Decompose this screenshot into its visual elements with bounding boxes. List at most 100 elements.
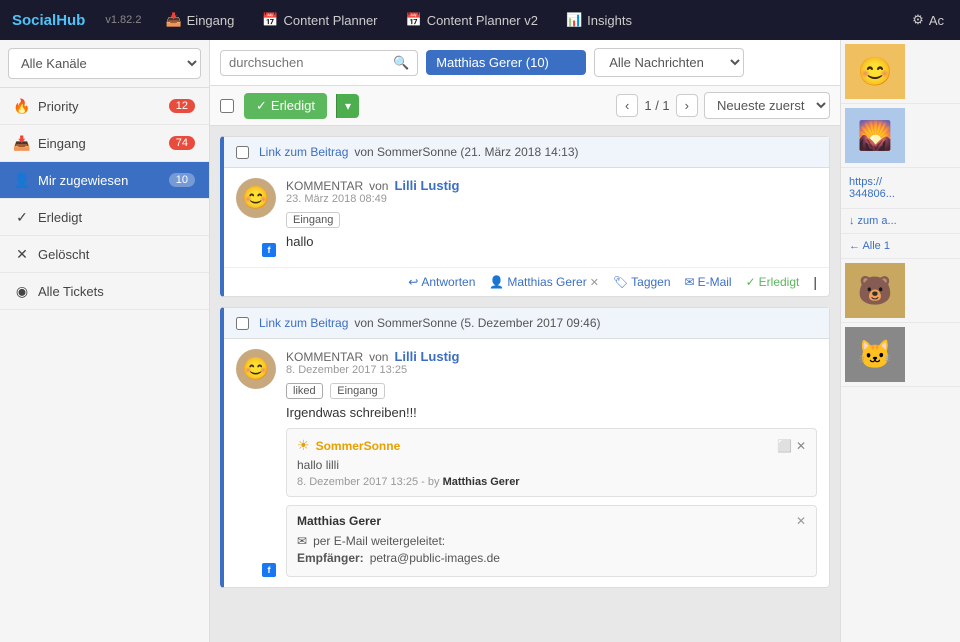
check-done-icon: ✓ <box>256 98 267 114</box>
tickets-icon: ◉ <box>14 283 30 299</box>
msg-avatar-wrap-1: 😊 f <box>236 178 276 257</box>
quoted-author-2: SommerSonne <box>316 439 401 453</box>
rp-item-1[interactable]: 😊 <box>841 40 960 104</box>
tag-action-1[interactable]: 🏷 Taggen <box>613 275 671 289</box>
msg-actions-1: ↩ Antworten 👤 Matthias Gerer ✕ 🏷 Taggen … <box>224 267 829 296</box>
gear-icon: ⚙ <box>912 12 924 28</box>
channel-dropdown-wrap[interactable]: Alle Kanäle <box>0 40 209 88</box>
rp-item-4[interactable]: ↓ zum a... <box>841 209 960 234</box>
eingang-badge: 74 <box>169 136 195 150</box>
calendar-icon: 📅 <box>262 12 278 28</box>
inbox-icon: 📥 <box>165 12 181 28</box>
nav-insights[interactable]: 📊 Insights <box>562 12 636 28</box>
tag-eingang-2: Eingang <box>330 383 384 399</box>
select-all-checkbox[interactable] <box>220 99 234 113</box>
msg-checkbox-2[interactable] <box>236 317 249 330</box>
nav-eingang[interactable]: 📥 Eingang <box>161 12 238 28</box>
settings-button[interactable]: ⚙ Ac <box>908 12 948 28</box>
forwarded-close-2[interactable]: ✕ <box>796 514 806 528</box>
sidebar-item-mir-zugewiesen[interactable]: 👤 Mir zugewiesen 10 <box>0 162 209 199</box>
quoted-text-2: hallo lilli <box>297 458 806 472</box>
recipient-email: petra@public-images.de <box>370 551 500 565</box>
assign-action-1[interactable]: 👤 Matthias Gerer ✕ <box>489 275 599 289</box>
brand-hub: Hub <box>56 12 85 29</box>
assign-x-1[interactable]: ✕ <box>590 276 599 289</box>
rp-item-5[interactable]: ← Alle 1 <box>841 234 960 259</box>
msg-author-row-2: KOMMENTAR von Lilli Lustig <box>286 349 817 364</box>
quoted-message-2: ☀ SommerSonne ⬜ ✕ hallo lilli 8. De <box>286 428 817 497</box>
msg-checkbox-1[interactable] <box>236 146 249 159</box>
msg-header-meta-1: von SommerSonne (21. März 2018 14:13) <box>354 145 578 159</box>
rp-item-7[interactable]: 🐱 <box>841 323 960 387</box>
sidebar-item-eingang[interactable]: 📥 Eingang 74 <box>0 125 209 162</box>
msg-text-1: hallo <box>286 234 817 249</box>
search-input[interactable] <box>229 55 389 70</box>
done-dropdown-button[interactable]: ▾ <box>336 94 359 118</box>
chart-icon: 📊 <box>566 12 582 28</box>
sun-icon: ☀ <box>297 437 310 454</box>
sidebar-item-erledigt[interactable]: ✓ Erledigt <box>0 199 209 236</box>
done-action-1[interactable]: ✓ Erledigt <box>746 275 800 289</box>
done-button[interactable]: ✓ Erledigt <box>244 93 327 119</box>
nav-content-planner[interactable]: 📅 Content Planner <box>258 12 381 28</box>
rp-action-5[interactable]: ← Alle 1 <box>845 238 956 254</box>
sort-select[interactable]: Neueste zuerst <box>704 92 830 119</box>
main-layout: Alle Kanäle 🔥 Priority 12 📥 Eingang 74 👤… <box>0 40 960 642</box>
msg-body-2: 😊 f KOMMENTAR von Lilli Lustig 8. Dezemb… <box>224 339 829 587</box>
msg-header-meta-2: von SommerSonne (5. Dezember 2017 09:46) <box>354 316 600 330</box>
msg-content-1: KOMMENTAR von Lilli Lustig 23. März 2018… <box>286 178 817 257</box>
msg-author-row-1: KOMMENTAR von Lilli Lustig <box>286 178 817 193</box>
msg-avatar-2: 😊 <box>236 349 276 389</box>
sidebar-item-alle-tickets[interactable]: ◉ Alle Tickets <box>0 273 209 310</box>
facebook-badge-1: f <box>262 243 276 257</box>
right-panel: 😊 🌄 https://344806... ↓ zum a... ← Alle … <box>840 40 960 642</box>
quoted-header-2: ☀ SommerSonne ⬜ ✕ <box>297 437 806 454</box>
action-bar: ✓ Erledigt ▾ ‹ 1 / 1 › Neueste zuerst <box>210 86 840 126</box>
sidebar-item-geloscht[interactable]: ✕ Gelöscht <box>0 236 209 273</box>
msg-author-2: Lilli Lustig <box>394 349 459 364</box>
user-filter-select[interactable]: Matthias Gerer (10) <box>426 50 586 75</box>
check-icon: ✓ <box>14 209 30 225</box>
rp-photo-6: 🐻 <box>845 263 905 318</box>
msg-link-2[interactable]: Link zum Beitrag <box>259 316 348 330</box>
next-page-button[interactable]: › <box>676 94 698 117</box>
expand-icon[interactable]: ⬜ <box>777 439 792 453</box>
priority-badge: 12 <box>169 99 195 113</box>
mir-zugewiesen-badge: 10 <box>169 173 195 187</box>
msg-link-1[interactable]: Link zum Beitrag <box>259 145 348 159</box>
version-label: v1.82.2 <box>105 14 141 26</box>
rp-action-4[interactable]: ↓ zum a... <box>845 213 956 229</box>
reply-action-1[interactable]: ↩ Antworten <box>408 275 475 289</box>
search-input-wrap[interactable]: 🔍 <box>220 50 418 76</box>
message-card-1: Link zum Beitrag von SommerSonne (21. Mä… <box>220 136 830 297</box>
top-navigation: SocialHub v1.82.2 📥 Eingang 📅 Content Pl… <box>0 0 960 40</box>
msg-avatar-1: 😊 <box>236 178 276 218</box>
msg-von: von <box>369 179 388 193</box>
tag-liked-2: liked <box>286 383 323 399</box>
nav-content-planner-v2[interactable]: 📅 Content Planner v2 <box>402 12 542 28</box>
forwarded-recipient-row: Empfänger: petra@public-images.de <box>297 551 806 565</box>
close-quoted-icon[interactable]: ✕ <box>796 439 806 453</box>
rp-link-3[interactable]: https://344806... <box>845 172 956 204</box>
sidebar-item-priority[interactable]: 🔥 Priority 12 <box>0 88 209 125</box>
msg-avatar-wrap-2: 😊 f <box>236 349 276 577</box>
rp-item-2[interactable]: 🌄 <box>841 104 960 168</box>
pagination-info: 1 / 1 <box>644 98 669 113</box>
cursor-indicator: | <box>813 274 817 290</box>
msg-date-2: 8. Dezember 2017 13:25 <box>286 364 817 376</box>
forwarded-section-2: Matthias Gerer ✕ ✉ per E-Mail weitergele… <box>286 505 817 577</box>
prev-page-button[interactable]: ‹ <box>616 94 638 117</box>
rp-item-3[interactable]: https://344806... <box>841 168 960 209</box>
fire-icon: 🔥 <box>14 98 30 114</box>
email-action-1[interactable]: ✉ E-Mail <box>685 275 732 289</box>
msg-date-1: 23. März 2018 08:49 <box>286 193 817 205</box>
rp-item-6[interactable]: 🐻 <box>841 259 960 323</box>
quoted-author-wrap: ☀ SommerSonne <box>297 437 400 454</box>
messages-area: Link zum Beitrag von SommerSonne (21. Mä… <box>210 126 840 642</box>
msg-tags-1: Eingang <box>286 211 817 234</box>
messages-filter-select[interactable]: Alle Nachrichten <box>594 48 744 77</box>
channel-dropdown[interactable]: Alle Kanäle <box>8 48 201 79</box>
msg-type-1: KOMMENTAR <box>286 179 363 193</box>
brand-social: Social <box>12 12 56 29</box>
quoted-icons: ⬜ ✕ <box>777 439 806 453</box>
